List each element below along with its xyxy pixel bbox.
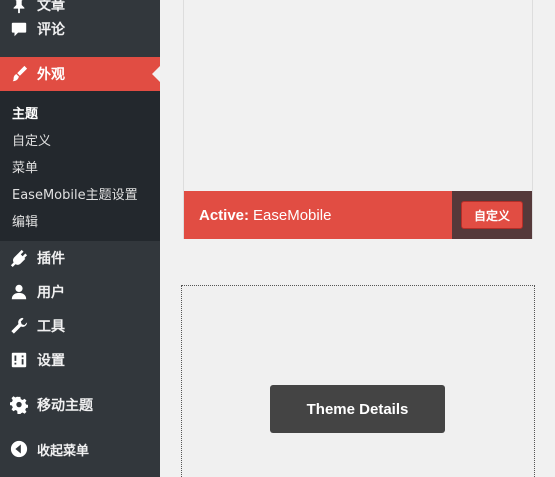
theme-actions: 自定义 [452, 191, 532, 239]
menu-item-label: 设置 [37, 353, 65, 369]
menu-item-plugins[interactable]: 插件 [0, 241, 160, 275]
menu-item-label: 插件 [37, 251, 65, 267]
active-theme-bar: Active: EaseMobile 自定义 [184, 191, 532, 239]
paintbrush-icon [9, 64, 29, 84]
menu-item-users[interactable]: 用户 [0, 275, 160, 309]
comment-icon [9, 19, 29, 39]
menu-item-comments[interactable]: 评论 [0, 12, 160, 46]
submenu-item-easemobile-settings[interactable]: EaseMobile主题设置 [12, 184, 138, 203]
gear-icon [9, 395, 29, 415]
menu-item-tools[interactable]: 工具 [0, 309, 160, 343]
submenu-item-customize[interactable]: 自定义 [12, 130, 51, 149]
submenu-item-menus[interactable]: 菜单 [12, 157, 38, 176]
submenu-item-editor[interactable]: 编辑 [12, 211, 38, 230]
menu-item-label: 移动主题 [37, 398, 93, 414]
menu-item-label: 工具 [37, 319, 65, 335]
user-icon [9, 282, 29, 302]
menu-item-mobile-theme[interactable]: 移动主题 [0, 388, 160, 422]
plugin-icon [9, 248, 29, 268]
customize-button[interactable]: 自定义 [461, 201, 523, 229]
theme-screenshot[interactable] [184, 0, 532, 191]
submenu-item-themes[interactable]: 主题 [12, 103, 38, 122]
active-theme-name: Active: EaseMobile [199, 207, 331, 224]
menu-item-label: 评论 [37, 22, 65, 38]
active-label: Active: [199, 206, 250, 224]
theme-details-button[interactable]: Theme Details [270, 385, 445, 433]
admin-sidebar: 文章 评论 外观 主题 自定义 菜单 EaseMobile主题设置 编辑 插件 … [0, 0, 160, 477]
active-theme-card[interactable]: Active: EaseMobile 自定义 [183, 0, 533, 239]
collapse-arrow-icon [9, 439, 29, 459]
appearance-submenu: 主题 自定义 菜单 EaseMobile主题设置 编辑 [0, 91, 160, 241]
menu-item-settings[interactable]: 设置 [0, 343, 160, 377]
settings-icon [9, 350, 29, 370]
theme-card[interactable]: Theme Details [181, 285, 535, 477]
menu-item-label: 用户 [37, 285, 65, 301]
menu-item-label: 外观 [37, 67, 65, 83]
wrench-icon [9, 316, 29, 336]
menu-item-appearance[interactable]: 外观 [0, 57, 160, 91]
theme-name: EaseMobile [253, 206, 332, 224]
collapse-menu-button[interactable]: 收起菜单 [0, 432, 160, 466]
menu-item-label: 收起菜单 [37, 443, 90, 459]
